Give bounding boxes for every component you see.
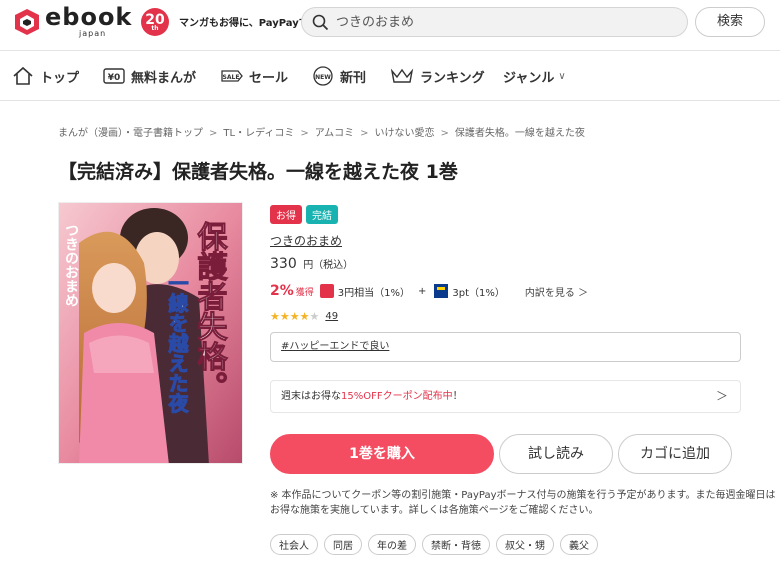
paypay-icon bbox=[319, 284, 334, 298]
nav-label: ランキング bbox=[420, 70, 485, 86]
nav-item-sale[interactable]: SALE セール bbox=[221, 65, 288, 87]
hashtag-box[interactable]: #ハッピーエンドで良い bbox=[270, 332, 741, 362]
points-percent: 2% bbox=[270, 283, 294, 299]
genre-tag[interactable]: 義父 bbox=[560, 534, 598, 555]
genre-tags: 社会人 同居 年の差 禁断・背徳 叔父・甥 義父 bbox=[270, 534, 598, 555]
new-badge-icon: NEW bbox=[313, 66, 333, 86]
search-box bbox=[301, 7, 688, 37]
price-unit: 円（税込） bbox=[303, 260, 354, 271]
free-icon: ¥0 bbox=[103, 68, 125, 84]
nav-item-free-manga[interactable]: ¥0 無料まんが bbox=[103, 65, 196, 87]
coupon-highlight: 15%OFFクーポン配布中 bbox=[341, 391, 453, 402]
breadcrumb-separator: > bbox=[440, 128, 449, 139]
chevron-down-icon: ∨ bbox=[558, 70, 566, 82]
logo-subtext: japan bbox=[79, 29, 107, 38]
genre-tag[interactable]: 禁断・背徳 bbox=[422, 534, 490, 555]
author-link[interactable]: つきのおまめ bbox=[270, 232, 342, 249]
search-icon bbox=[312, 14, 329, 31]
breadcrumb-item[interactable]: いけない愛恋 bbox=[374, 128, 434, 139]
trial-read-button[interactable]: 試し読み bbox=[499, 434, 613, 474]
breadcrumb-separator: > bbox=[360, 128, 369, 139]
coupon-banner[interactable]: 週末はお得な15%OFFクーポン配布中！ ＞ bbox=[270, 380, 741, 413]
genre-tag[interactable]: 同居 bbox=[324, 534, 362, 555]
breadcrumb-item[interactable]: TL・レディコミ bbox=[223, 128, 294, 139]
cover-author: つきのおまめ bbox=[63, 223, 79, 307]
genre-tag[interactable]: 年の差 bbox=[368, 534, 416, 555]
chevron-right-icon: ＞ bbox=[715, 389, 728, 403]
tag-deal: お得 bbox=[270, 205, 302, 224]
rating-count-link[interactable]: 49 bbox=[325, 311, 338, 322]
site-header: ebook japan 20 th マンガもお得に、PayPayで 検索 bbox=[0, 0, 780, 46]
cover-title-sub: 一線を越えた夜 bbox=[165, 273, 189, 414]
home-icon bbox=[13, 66, 33, 85]
svg-text:NEW: NEW bbox=[315, 74, 331, 81]
breadcrumb-separator: > bbox=[300, 128, 309, 139]
breadcrumb-current: 保護者失格。一線を越えた夜 bbox=[454, 128, 585, 139]
genre-tag[interactable]: 叔父・甥 bbox=[496, 534, 554, 555]
product-tags: お得 完結 bbox=[270, 205, 338, 224]
nav-label: トップ bbox=[40, 70, 80, 86]
points-row: 2% 獲得 3円相当（1%） + 3pt（1%） 内訳を見る ＞ bbox=[270, 283, 588, 299]
breadcrumb: まんが（漫画）・電子書籍トップ > TL・レディコミ > アムコミ > いけない愛恋 > 保護者… bbox=[58, 124, 585, 139]
coupon-suffix: ！ bbox=[452, 391, 463, 402]
nav-item-new[interactable]: NEW 新刊 bbox=[312, 65, 366, 87]
nav-label: 新刊 bbox=[340, 70, 367, 86]
search-input[interactable] bbox=[336, 12, 676, 32]
logo-text[interactable]: ebook bbox=[45, 3, 132, 31]
coupon-prefix: 週末はお得な bbox=[281, 391, 341, 402]
crown-icon bbox=[390, 68, 414, 83]
main-nav: トップ ¥0 無料まんが SALE セール NEW 新刊 ランキング ジャンル … bbox=[0, 50, 780, 101]
anniversary-badge: 20 th bbox=[141, 8, 169, 36]
points-earn-label: 獲得 bbox=[295, 287, 314, 298]
genre-tag[interactable]: 社会人 bbox=[270, 534, 318, 555]
cover-title-main: 保護者失格。 bbox=[192, 221, 228, 401]
star-rating-icon: ★★★★★ bbox=[270, 310, 320, 323]
nav-item-top[interactable]: トップ bbox=[12, 65, 79, 87]
breadcrumb-item[interactable]: まんが（漫画）・電子書籍トップ bbox=[58, 128, 203, 139]
svg-text:SALE: SALE bbox=[223, 74, 240, 81]
price: 330 円（税込） bbox=[270, 256, 353, 272]
nav-label: セール bbox=[249, 70, 289, 86]
nav-label: ジャンル bbox=[503, 70, 555, 86]
book-cover[interactable]: つきのおまめ 保護者失格。 一線を越えた夜 bbox=[58, 202, 243, 464]
campaign-note: ※ 本作品についてクーポン等の割引施策・PayPayボーナス付与の施策を行う予定… bbox=[270, 490, 776, 516]
nav-item-ranking[interactable]: ランキング bbox=[390, 65, 485, 87]
tpoint-icon bbox=[434, 284, 449, 298]
paypay-points: 3円相当（1%） bbox=[337, 287, 411, 299]
anniversary-suffix: th bbox=[151, 25, 159, 32]
page-title: 【完結済み】保護者失格。一線を越えた夜 1巻 bbox=[58, 161, 458, 183]
breadcrumb-separator: > bbox=[209, 128, 218, 139]
sale-tag-icon: SALE bbox=[221, 70, 243, 82]
tagline: マンガもお得に、PayPayで bbox=[179, 18, 309, 29]
add-to-cart-button[interactable]: カゴに追加 bbox=[618, 434, 732, 474]
nav-label: 無料まんが bbox=[131, 70, 197, 86]
plus-sign: + bbox=[418, 285, 427, 297]
tpoint-points: 3pt（1%） bbox=[452, 287, 505, 299]
tag-complete: 完結 bbox=[306, 205, 338, 224]
ebook-logo-icon[interactable] bbox=[12, 7, 42, 37]
breadcrumb-item[interactable]: アムコミ bbox=[315, 128, 354, 139]
price-value: 330 bbox=[270, 256, 297, 272]
cover-art: つきのおまめ 保護者失格。 一線を越えた夜 bbox=[59, 203, 242, 463]
nav-item-genre[interactable]: ジャンル ∨ bbox=[503, 65, 566, 87]
svg-text:¥0: ¥0 bbox=[108, 73, 121, 83]
buy-button[interactable]: 1巻を購入 bbox=[270, 434, 494, 474]
rating: ★★★★★ 49 bbox=[270, 310, 338, 323]
points-breakdown-link[interactable]: 内訳を見る ＞ bbox=[525, 284, 588, 299]
search-button[interactable]: 検索 bbox=[695, 7, 765, 37]
